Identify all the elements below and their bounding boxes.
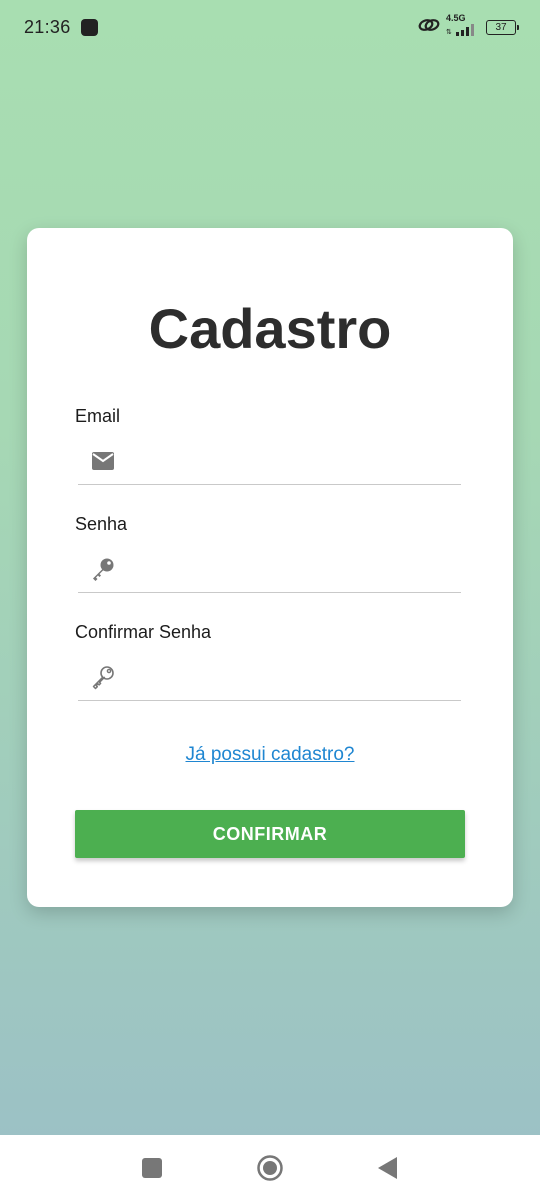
login-link[interactable]: Já possui cadastro? <box>0 744 540 766</box>
network-indicator: 4.5G ⇅ <box>446 12 480 41</box>
back-icon[interactable] <box>373 1153 403 1183</box>
confirm-password-field-row <box>78 653 461 701</box>
battery-icon: 37 <box>486 19 519 35</box>
page-title: Cadastro <box>148 297 392 360</box>
status-bar: 21:36 4.5G ⇅ 37 <box>0 0 540 54</box>
confirm-password-input[interactable] <box>116 653 461 701</box>
recents-icon[interactable] <box>137 1153 167 1183</box>
svg-text:⇅: ⇅ <box>446 28 452 36</box>
home-icon[interactable] <box>255 1153 285 1183</box>
status-left: 21:36 <box>24 17 98 38</box>
signal-icon: ⇅ <box>446 23 480 41</box>
password-input[interactable] <box>116 545 461 593</box>
email-field-row <box>78 437 461 485</box>
mail-icon <box>90 448 116 474</box>
confirm-button[interactable]: CONFIRMAR <box>75 810 465 858</box>
password-label: Senha <box>75 514 128 534</box>
password-field-row <box>78 545 461 593</box>
email-label: Email <box>75 406 121 426</box>
key-outline-icon <box>90 664 116 690</box>
app-notification-icon <box>80 18 98 36</box>
navigation-bar <box>0 1135 540 1200</box>
confirm-password-label: Confirmar Senha <box>75 622 212 642</box>
hotspot-link-icon <box>418 17 440 38</box>
key-filled-icon <box>90 556 116 582</box>
status-time: 21:36 <box>24 16 71 37</box>
network-type: 4.5G <box>446 12 466 23</box>
status-right: 4.5G ⇅ 37 <box>418 12 519 41</box>
email-input[interactable] <box>116 437 461 485</box>
